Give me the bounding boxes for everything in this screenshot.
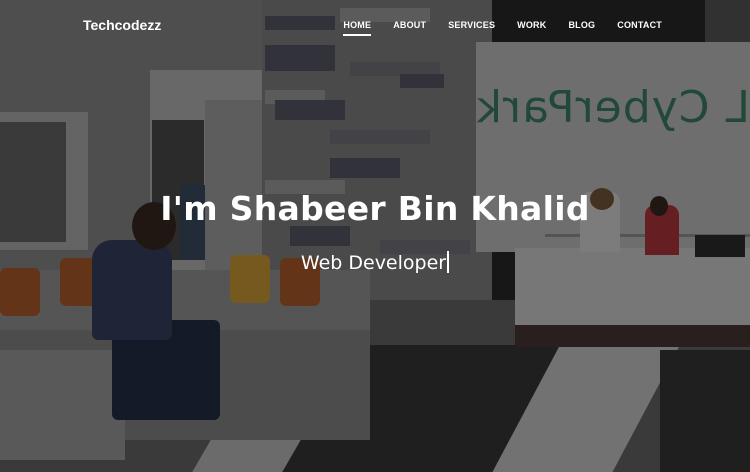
typing-cursor [447, 251, 450, 273]
brand-logo[interactable]: Techcodezz [83, 17, 161, 33]
nav-home[interactable]: HOME [343, 20, 372, 36]
nav-blog[interactable]: BLOG [568, 20, 595, 35]
top-navbar: Techcodezz HOME ABOUT SERVICES WORK BLOG… [0, 0, 750, 52]
main-nav: HOME ABOUT SERVICES WORK BLOG CONTACT [343, 20, 662, 36]
dark-overlay [0, 0, 750, 472]
nav-services[interactable]: SERVICES [448, 20, 495, 35]
nav-contact[interactable]: CONTACT [617, 20, 662, 35]
typed-text: Web Developer [300, 252, 447, 274]
hero-title: I'm Shabeer Bin Khalid [160, 189, 590, 228]
nav-work[interactable]: WORK [517, 20, 546, 35]
nav-about[interactable]: ABOUT [393, 20, 426, 35]
hero-subtitle: Web Developer [0, 251, 750, 274]
